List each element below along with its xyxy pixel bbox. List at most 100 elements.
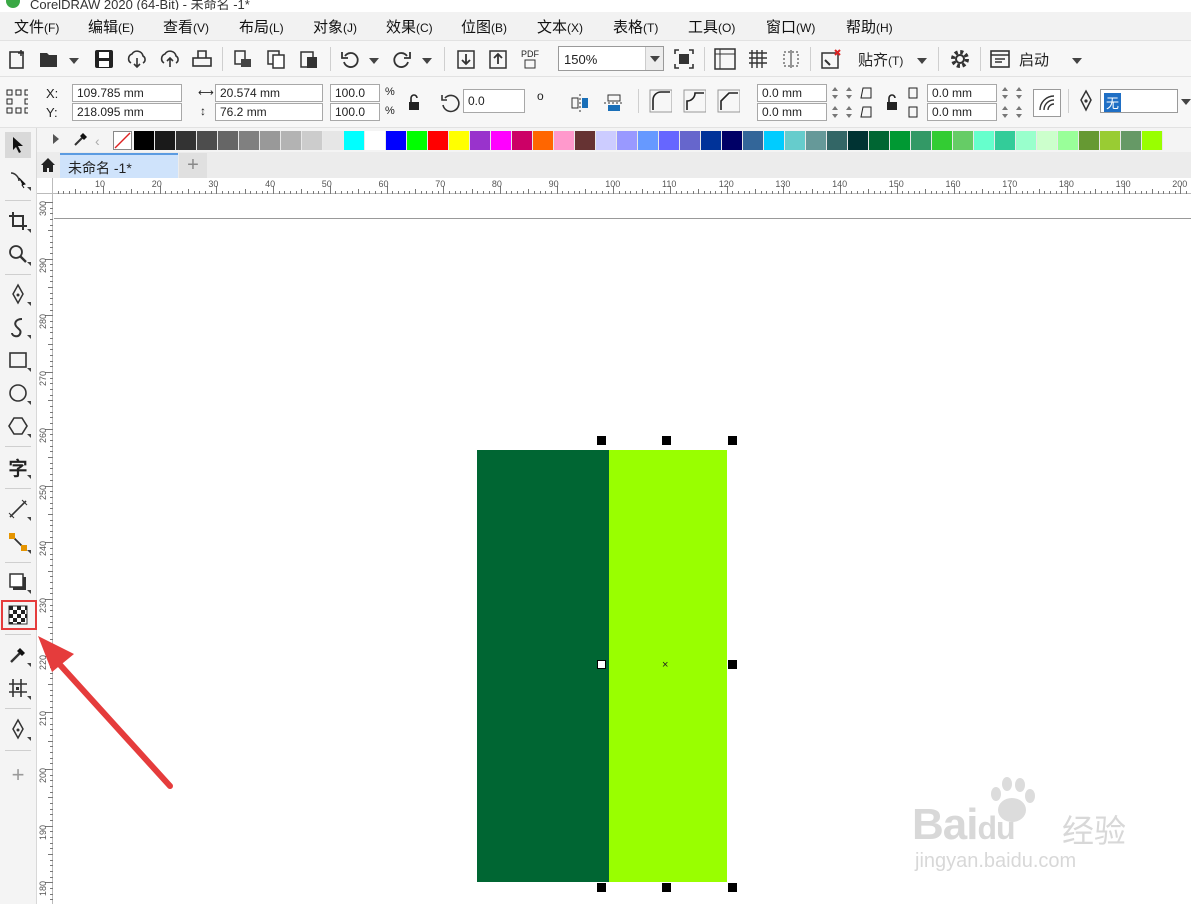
new-tab-button[interactable]: + bbox=[179, 153, 207, 178]
corner-1-spinner-b[interactable] bbox=[843, 84, 855, 102]
outline-dropdown-icon[interactable] bbox=[1181, 99, 1191, 105]
scalloped-corner-icon[interactable] bbox=[682, 89, 706, 113]
corner-4-spinner-b[interactable] bbox=[1013, 103, 1025, 121]
cloud-download-icon[interactable] bbox=[125, 47, 149, 71]
color-swatch[interactable] bbox=[869, 131, 890, 150]
color-swatch[interactable] bbox=[512, 131, 533, 150]
rulers-icon[interactable] bbox=[713, 47, 737, 71]
launch-menu[interactable]: 启动 bbox=[1019, 49, 1049, 70]
selection-handle-bottom-center[interactable] bbox=[662, 883, 671, 892]
color-swatch[interactable] bbox=[155, 131, 176, 150]
import-icon[interactable] bbox=[231, 47, 255, 71]
export-pdf-icon[interactable]: PDF bbox=[518, 47, 542, 71]
corner-3-spinner-b[interactable] bbox=[1013, 84, 1025, 102]
grid-icon[interactable] bbox=[746, 47, 770, 71]
color-swatch[interactable] bbox=[659, 131, 680, 150]
color-swatch[interactable] bbox=[995, 131, 1016, 150]
corner-1-spinner[interactable] bbox=[829, 84, 841, 102]
color-swatch[interactable] bbox=[365, 131, 386, 150]
menu-window[interactable]: 窗口(W) bbox=[766, 16, 815, 37]
color-swatch[interactable] bbox=[911, 131, 932, 150]
launch-dropdown-icon[interactable] bbox=[1072, 58, 1082, 64]
color-swatch[interactable] bbox=[302, 131, 323, 150]
color-swatch[interactable] bbox=[785, 131, 806, 150]
color-swatch[interactable] bbox=[134, 131, 155, 150]
text-tool-icon[interactable]: 字 bbox=[5, 454, 31, 480]
color-swatch[interactable] bbox=[596, 131, 617, 150]
paste-icon[interactable] bbox=[297, 47, 321, 71]
color-swatch[interactable] bbox=[953, 131, 974, 150]
chamfered-corner-icon[interactable] bbox=[716, 89, 740, 113]
crop-tool-icon[interactable] bbox=[5, 208, 31, 234]
connector-tool-icon[interactable] bbox=[5, 529, 31, 555]
object-origin-icon[interactable] bbox=[4, 89, 28, 114]
corner-2-spinner-b[interactable] bbox=[843, 103, 855, 121]
color-swatch[interactable] bbox=[1121, 131, 1142, 150]
outline-tool-icon[interactable] bbox=[5, 716, 31, 742]
copy-icon[interactable] bbox=[264, 47, 288, 71]
print-icon[interactable] bbox=[190, 47, 214, 71]
export-file-icon[interactable] bbox=[486, 47, 510, 71]
x-position-field[interactable]: 109.785 mm bbox=[72, 84, 182, 102]
ruler-origin[interactable] bbox=[37, 178, 53, 194]
shape-tool-icon[interactable] bbox=[5, 166, 31, 192]
parallel-dimension-tool-icon[interactable] bbox=[5, 496, 31, 522]
color-swatch[interactable] bbox=[890, 131, 911, 150]
selection-handle-top-left[interactable] bbox=[597, 436, 606, 445]
menu-table[interactable]: 表格(T) bbox=[613, 16, 658, 37]
menu-layout[interactable]: 布局(L) bbox=[239, 16, 284, 37]
zoom-dropdown-icon[interactable] bbox=[645, 47, 663, 70]
color-swatch[interactable] bbox=[428, 131, 449, 150]
mirror-horizontal-icon[interactable] bbox=[568, 91, 592, 115]
color-swatch[interactable] bbox=[491, 131, 512, 150]
scale-y-field[interactable]: 100.0 bbox=[330, 103, 380, 121]
home-tab-icon[interactable] bbox=[37, 152, 59, 178]
eyedropper-tool-icon[interactable] bbox=[5, 642, 31, 668]
artistic-media-tool-icon[interactable] bbox=[5, 314, 31, 340]
color-swatch[interactable] bbox=[176, 131, 197, 150]
outline-width-select[interactable]: 无 bbox=[1100, 89, 1178, 113]
document-tab[interactable]: 未命名 -1* bbox=[60, 153, 178, 178]
add-tool-icon[interactable]: + bbox=[5, 762, 31, 788]
snap-to-menu[interactable]: 贴齐(T) bbox=[858, 49, 903, 70]
corner-2-spinner[interactable] bbox=[829, 103, 841, 121]
horizontal-ruler[interactable]: 10 20 30 40 50 60 70 80 90 100 110 120 130 140 150 160 1… bbox=[37, 178, 1191, 194]
mirror-vertical-icon[interactable] bbox=[602, 91, 626, 115]
y-position-field[interactable]: 218.095 mm bbox=[72, 103, 182, 121]
color-swatch[interactable] bbox=[218, 131, 239, 150]
color-swatch[interactable] bbox=[722, 131, 743, 150]
color-swatch[interactable] bbox=[848, 131, 869, 150]
corner-radius-top-right[interactable]: 0.0 mm bbox=[927, 84, 997, 102]
options-gear-icon[interactable] bbox=[948, 47, 972, 71]
polygon-tool-icon[interactable] bbox=[5, 413, 31, 439]
height-field[interactable]: 76.2 mm bbox=[215, 103, 323, 121]
zoom-level-select[interactable]: 150% bbox=[558, 46, 664, 71]
color-swatch[interactable] bbox=[470, 131, 491, 150]
color-swatch[interactable] bbox=[344, 131, 365, 150]
rotation-angle-field[interactable]: 0.0 bbox=[463, 89, 525, 113]
color-swatch[interactable] bbox=[1037, 131, 1058, 150]
corner-radius-top-left[interactable]: 0.0 mm bbox=[757, 84, 827, 102]
undo-icon[interactable] bbox=[338, 47, 362, 71]
color-swatch[interactable] bbox=[239, 131, 260, 150]
selection-handle-top-center[interactable] bbox=[662, 436, 671, 445]
palette-expand-icon[interactable] bbox=[53, 134, 59, 144]
color-swatch[interactable] bbox=[680, 131, 701, 150]
new-document-icon[interactable] bbox=[6, 47, 30, 71]
width-field[interactable]: 20.574 mm bbox=[215, 84, 323, 102]
menu-text[interactable]: 文本(X) bbox=[537, 16, 583, 37]
undo-dropdown-icon[interactable] bbox=[369, 58, 379, 64]
color-swatch[interactable] bbox=[323, 131, 344, 150]
round-corner-icon[interactable] bbox=[648, 89, 672, 113]
color-swatch[interactable] bbox=[533, 131, 554, 150]
selection-handle-top-right[interactable] bbox=[728, 436, 737, 445]
selection-handle-middle-right[interactable] bbox=[728, 660, 737, 669]
cloud-upload-icon[interactable] bbox=[158, 47, 182, 71]
color-swatch[interactable] bbox=[575, 131, 596, 150]
redo-dropdown-icon[interactable] bbox=[422, 58, 432, 64]
color-swatch[interactable] bbox=[806, 131, 827, 150]
color-swatch[interactable] bbox=[1100, 131, 1121, 150]
save-icon[interactable] bbox=[92, 47, 116, 71]
color-swatch[interactable] bbox=[638, 131, 659, 150]
lock-ratio-icon[interactable] bbox=[402, 91, 426, 115]
